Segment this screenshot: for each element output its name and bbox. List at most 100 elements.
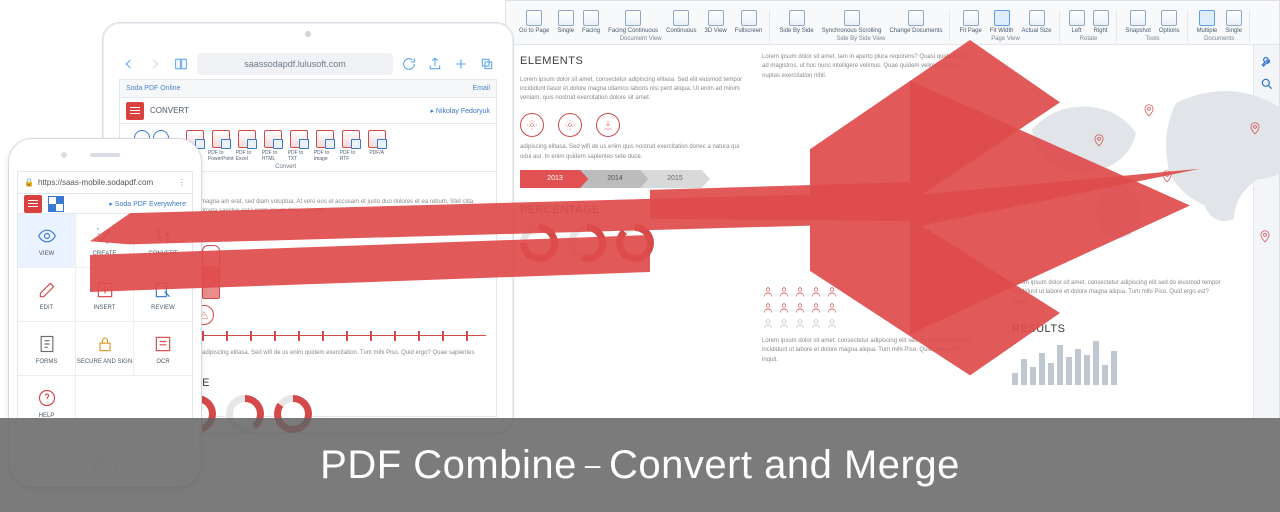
map-pin-icon	[1248, 121, 1262, 139]
convert-target[interactable]: PDF to TXT	[288, 130, 310, 162]
person-icon	[810, 301, 822, 313]
bar-capsule	[202, 245, 220, 299]
year-segment: 2013	[520, 170, 590, 188]
year-segment: 2015	[640, 170, 710, 188]
module-tile-create[interactable]: CREATE	[76, 214, 134, 268]
ribbon-button[interactable]: Actual Size	[1019, 10, 1055, 34]
ribbon-button[interactable]: Change Documents	[886, 10, 945, 34]
back-icon[interactable]	[119, 54, 139, 74]
module-tile-insert[interactable]: INSERT	[76, 268, 134, 322]
ribbon-button[interactable]: Fit Page	[956, 10, 984, 34]
bar	[1093, 341, 1099, 385]
banner-text[interactable]: ▸ Soda PDF Everywhere	[109, 200, 186, 208]
ribbon-button[interactable]: Fullscreen	[732, 10, 766, 34]
convert-target[interactable]: PDF to HTML	[262, 130, 284, 162]
module-tile-secure-and-sign[interactable]: SECURE AND SIGN	[76, 322, 134, 376]
ribbon-button-label: Snapshot	[1126, 28, 1151, 34]
body-text: Lorem ipsum dolor sit amet, tam in apert…	[762, 53, 972, 81]
donut-chart	[568, 224, 606, 262]
forward-icon[interactable]	[145, 54, 165, 74]
ribbon-button[interactable]: Multiple	[1194, 10, 1221, 34]
ribbon-group-label: Rotate	[1080, 36, 1098, 42]
app-header-row: ▸ Soda PDF Everywhere	[18, 194, 192, 214]
more-icon[interactable]: ⋮	[178, 178, 186, 187]
module-tile-forms[interactable]: FORMS	[18, 322, 76, 376]
browser-top-bar: saassodapdf.lulusoft.com	[119, 51, 497, 77]
convert-target-label: PDF to Excel	[236, 150, 258, 162]
convert-target[interactable]: PDF to RTF	[340, 130, 362, 162]
ribbon-button[interactable]: Options	[1156, 10, 1183, 34]
module-tile-label: CONVERT	[148, 251, 177, 257]
grid-view-icon[interactable]	[48, 196, 64, 212]
module-tile-label: FORMS	[36, 359, 58, 365]
ribbon-group-label: Side By Side View	[836, 36, 885, 42]
address-bar[interactable]: 🔒 https://saas-mobile.sodapdf.com ⋮	[18, 172, 192, 194]
module-tile-label: SECURE AND SIGN	[77, 359, 132, 365]
ribbon-group-label: Document View	[620, 36, 662, 42]
module-tile-label: OCR	[156, 359, 169, 365]
person-icon	[762, 317, 774, 329]
module-tile-ocr[interactable]: OCR	[134, 322, 192, 376]
ribbon-button[interactable]: Go to Page	[516, 10, 552, 34]
tabs-icon[interactable]	[477, 54, 497, 74]
person-icon	[762, 285, 774, 297]
person-icon	[826, 317, 838, 329]
ribbon-button[interactable]: Snapshot	[1123, 10, 1154, 34]
ribbon-button[interactable]: Single	[554, 10, 577, 34]
ribbon-button[interactable]: Right	[1090, 10, 1112, 34]
ribbon-toolbar: Go to PageSingleFacingFacing ContinuousC…	[506, 1, 1279, 45]
doc-col-right: Lorem ipsum dolor sit amet, tam in apert…	[762, 53, 1228, 81]
menu-icon[interactable]	[126, 102, 144, 120]
group-label: Convert	[275, 164, 296, 170]
ribbon-button[interactable]: Synchronous Scrolling	[819, 10, 885, 34]
module-tile-review[interactable]: REVIEW	[134, 268, 192, 322]
insert-icon	[94, 279, 116, 301]
wrench-icon[interactable]	[1260, 55, 1274, 69]
tab-label[interactable]: Email	[472, 85, 490, 92]
person-icon	[778, 317, 790, 329]
ribbon-button-label: Single	[557, 28, 574, 34]
bar	[1030, 367, 1036, 385]
book-icon[interactable]	[171, 54, 191, 74]
add-icon[interactable]	[451, 54, 471, 74]
convert-target[interactable]: PDF/A	[366, 130, 388, 162]
module-tile-edit[interactable]: EDIT	[18, 268, 76, 322]
gear-icon	[520, 113, 544, 137]
address-bar[interactable]: saassodapdf.lulusoft.com	[197, 53, 393, 75]
ribbon-button[interactable]: Facing	[579, 10, 603, 34]
ribbon-button-label: Options	[1159, 28, 1180, 34]
bar	[1039, 353, 1045, 385]
convert-target[interactable]: PDF to PowerPoint	[210, 130, 232, 162]
user-name[interactable]: ▸ Nikolay Fedoryuk	[430, 107, 490, 115]
bar	[1066, 357, 1072, 385]
ribbon-button[interactable]: Single	[1222, 10, 1245, 34]
swap-icon	[152, 225, 174, 247]
reload-icon[interactable]	[399, 54, 419, 74]
convert-target[interactable]: PDF to Excel	[236, 130, 258, 162]
ribbon-button[interactable]: Facing Continuous	[605, 10, 661, 34]
ribbon-button[interactable]: 3D View	[701, 10, 729, 34]
ribbon-button[interactable]: Side By Side	[776, 10, 816, 34]
module-tile-convert[interactable]: CONVERT	[134, 214, 192, 268]
world-map	[1012, 69, 1280, 269]
feature-icons-row	[520, 113, 744, 137]
ribbon-button[interactable]: Left	[1066, 10, 1088, 34]
ribbon-button-label: Change Documents	[889, 28, 942, 34]
tab-title[interactable]: Soda PDF Online	[126, 85, 180, 92]
person-icon	[778, 285, 790, 297]
results-bar-chart	[1012, 341, 1222, 385]
app-header-row: CONVERT ▸ Nikolay Fedoryuk	[120, 98, 496, 124]
person-icon	[794, 301, 806, 313]
convert-target[interactable]: PDF to Image	[314, 130, 336, 162]
menu-icon[interactable]	[24, 195, 42, 213]
person-icon	[762, 301, 774, 313]
ribbon-button-label: Fullscreen	[735, 28, 763, 34]
ribbon-button[interactable]: Continuous	[663, 10, 699, 34]
ribbon-button[interactable]: Fit Width	[987, 10, 1017, 34]
ribbon-group: Fit PageFit WidthActual SizePage View	[952, 10, 1059, 42]
gear-icon	[558, 113, 582, 137]
module-tile-view[interactable]: VIEW	[18, 214, 76, 268]
share-icon[interactable]	[425, 54, 445, 74]
bar	[1111, 351, 1117, 385]
bar	[1057, 345, 1063, 385]
